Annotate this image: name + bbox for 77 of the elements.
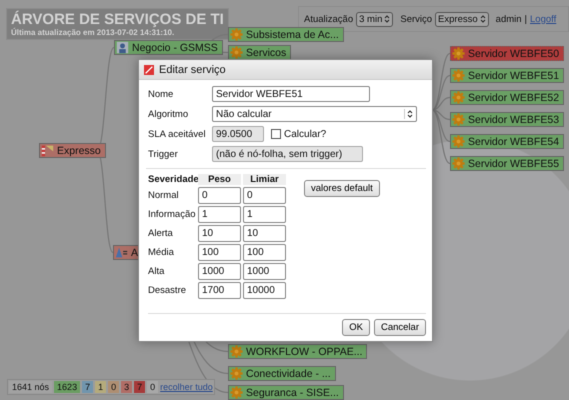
node-count: 1641 nós bbox=[9, 381, 52, 393]
refresh-select[interactable]: 3 min bbox=[356, 12, 394, 26]
warning-triangle-icon bbox=[115, 246, 128, 259]
weight-field[interactable]: 1000 bbox=[198, 263, 241, 280]
last-update-text: Última atualização em 2013-07-02 14:31:10. bbox=[11, 28, 176, 37]
weight-field[interactable]: 10 bbox=[198, 225, 241, 242]
field-label: Nome bbox=[148, 88, 174, 100]
column-header: Peso bbox=[198, 174, 241, 185]
weight-field[interactable]: 1700 bbox=[198, 282, 241, 299]
tree-node[interactable]: Servidor WEBFE55 bbox=[450, 156, 564, 171]
severity-name: Alerta bbox=[148, 228, 174, 239]
tree-node[interactable]: Negocio - GSMSS bbox=[114, 40, 223, 55]
spinner-icon bbox=[404, 109, 413, 119]
weight-field[interactable]: 100 bbox=[198, 244, 241, 261]
gear-icon bbox=[452, 135, 465, 148]
service-label: Serviço bbox=[400, 14, 432, 24]
separator-text: | bbox=[524, 14, 527, 24]
tree-node[interactable]: Expresso bbox=[39, 143, 106, 158]
status-count[interactable]: 1623 bbox=[54, 381, 80, 393]
severity-name: Desastre bbox=[148, 285, 188, 296]
status-count[interactable]: 7 bbox=[82, 381, 94, 393]
gear-icon bbox=[230, 345, 243, 358]
person-icon bbox=[116, 41, 129, 54]
tree-node[interactable]: Conectividade - ... bbox=[228, 366, 336, 381]
gear-icon bbox=[452, 91, 465, 104]
threshold-field[interactable]: 10 bbox=[243, 225, 286, 242]
text-field[interactable]: Servidor WEBFE51 bbox=[212, 86, 370, 102]
tree-node[interactable]: WORKFLOW - OPPAE... bbox=[228, 344, 368, 359]
tree-node[interactable]: Servicos bbox=[228, 45, 292, 60]
gear-icon bbox=[230, 46, 243, 59]
tree-node[interactable]: Servidor WEBFE51 bbox=[450, 68, 564, 83]
refresh-label: Atualização bbox=[304, 14, 354, 24]
gear-icon bbox=[230, 367, 243, 380]
field-label: Algoritmo bbox=[148, 108, 190, 120]
weight-field[interactable]: 1 bbox=[198, 206, 241, 223]
severity-name: Alta bbox=[148, 266, 166, 277]
tree-node[interactable]: Servidor WEBFE52 bbox=[450, 90, 564, 105]
threshold-field[interactable]: 10000 bbox=[243, 282, 286, 299]
threshold-field[interactable]: 1 bbox=[243, 206, 286, 223]
severity-name: Normal bbox=[148, 190, 180, 201]
tower-icon bbox=[41, 144, 54, 157]
gear-icon bbox=[452, 69, 465, 82]
column-header: Limiar bbox=[243, 174, 286, 185]
edit-icon bbox=[144, 64, 154, 74]
tree-node[interactable]: Servidor WEBFE53 bbox=[450, 112, 564, 127]
spinner-icon bbox=[480, 14, 486, 24]
dialog-button[interactable]: Cancelar bbox=[374, 319, 426, 336]
service-select[interactable]: Expresso bbox=[435, 12, 489, 26]
status-count[interactable]: 0 bbox=[108, 381, 120, 393]
dialog-title: Editar serviço bbox=[159, 64, 226, 76]
weight-field[interactable]: 0 bbox=[198, 187, 241, 204]
page-title: ÁRVORE DE SERVIÇOS DE TI bbox=[11, 11, 224, 28]
status-count[interactable]: 1 bbox=[95, 381, 106, 393]
threshold-field[interactable]: 0 bbox=[243, 187, 286, 204]
field-label: SLA aceitável bbox=[148, 128, 207, 140]
tree-node[interactable]: Subsistema de Ac... bbox=[228, 27, 344, 42]
status-count[interactable]: 0 bbox=[147, 381, 158, 393]
username: admin bbox=[496, 14, 522, 24]
default-values-button[interactable]: valores default bbox=[304, 180, 380, 197]
tree-node[interactable]: Seguranca - SISE... bbox=[228, 385, 344, 400]
gear-icon bbox=[452, 47, 465, 60]
algorithm-select[interactable]: Não calcular bbox=[212, 106, 417, 122]
gear-icon bbox=[452, 113, 465, 126]
spinner-icon bbox=[384, 14, 390, 24]
column-header: Severidade bbox=[148, 174, 196, 185]
threshold-field[interactable]: 1000 bbox=[243, 263, 286, 280]
severity-name: Média bbox=[148, 247, 175, 258]
gear-icon bbox=[230, 386, 243, 399]
field-label: Trigger bbox=[148, 148, 179, 160]
tree-node[interactable]: Servidor WEBFE54 bbox=[450, 134, 564, 149]
checkbox-label: Calcular? bbox=[284, 128, 326, 140]
dialog-button[interactable]: OK bbox=[342, 319, 370, 336]
severity-name: Informação bbox=[148, 209, 196, 220]
status-count[interactable]: 3 bbox=[121, 381, 132, 393]
gear-icon bbox=[230, 28, 243, 41]
gear-icon bbox=[452, 157, 465, 170]
threshold-field[interactable]: 100 bbox=[243, 244, 286, 261]
